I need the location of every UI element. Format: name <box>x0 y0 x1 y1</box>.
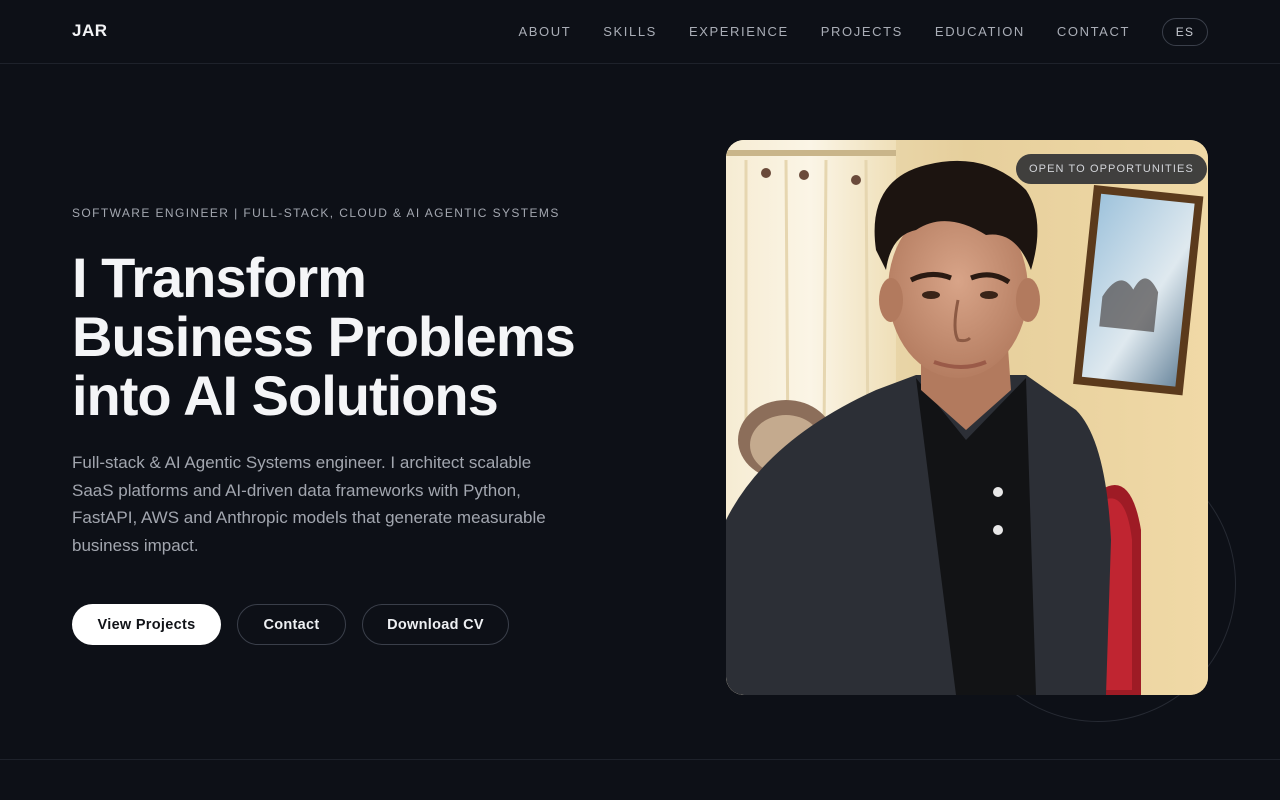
hero-eyebrow: SOFTWARE ENGINEER | FULL-STACK, CLOUD & … <box>72 206 560 220</box>
site-logo[interactable]: JAR <box>72 21 108 41</box>
open-to-opportunities-badge: OPEN TO OPPORTUNITIES <box>1016 154 1207 184</box>
nav-link-projects[interactable]: PROJECTS <box>821 24 903 39</box>
nav-link-contact[interactable]: CONTACT <box>1057 24 1130 39</box>
hero-description: Full-stack & AI Agentic Systems engineer… <box>72 453 546 555</box>
download-cv-button[interactable]: Download CV <box>362 604 509 645</box>
view-projects-button[interactable]: View Projects <box>72 604 221 645</box>
nav-link-about[interactable]: ABOUT <box>518 24 571 39</box>
nav-links: ABOUT SKILLS EXPERIENCE PROJECTS EDUCATI… <box>518 24 1130 39</box>
hero-headline: I Transform Business Problems into AI So… <box>72 246 576 427</box>
contact-button[interactable]: Contact <box>237 604 346 645</box>
language-toggle-button[interactable]: ES <box>1162 18 1208 46</box>
nav-link-education[interactable]: EDUCATION <box>935 24 1025 39</box>
top-navbar: JAR ABOUT SKILLS EXPERIENCE PROJECTS EDU… <box>0 0 1280 64</box>
section-divider <box>0 759 1280 760</box>
profile-photo <box>726 140 1208 695</box>
nav-link-skills[interactable]: SKILLS <box>603 24 657 39</box>
nav-link-experience[interactable]: EXPERIENCE <box>689 24 789 39</box>
